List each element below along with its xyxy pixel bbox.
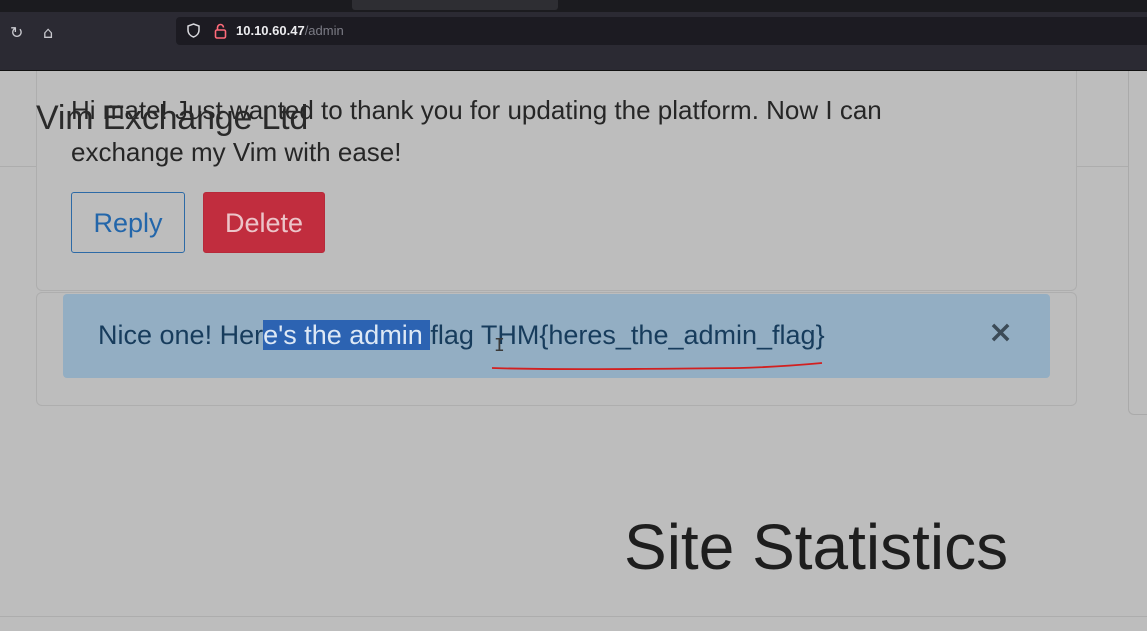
browser-tab-strip <box>0 0 1147 12</box>
red-underline-annotation <box>491 362 823 371</box>
text-cursor-icon: I <box>494 335 505 356</box>
text-selection: e's the admin <box>263 320 431 350</box>
alert-text-before: Nice one! Her <box>98 320 264 350</box>
alert-card: Nice one! Here's the admin flag THM{here… <box>36 292 1077 406</box>
lock-icon[interactable] <box>214 23 227 39</box>
home-icon[interactable]: ⌂ <box>43 24 53 42</box>
url-text[interactable]: 10.10.60.47/admin <box>236 23 344 38</box>
alert-text-after: flag THM{heres_the_admin_flag} <box>430 320 825 350</box>
side-card <box>1128 71 1147 415</box>
reload-icon[interactable]: ↻ <box>10 24 23 42</box>
close-icon[interactable]: × <box>988 316 1013 350</box>
url-host: 10.10.60.47 <box>236 23 305 38</box>
site-brand[interactable]: Vim Exchange Ltd <box>36 99 308 138</box>
page-content: Hi mate! Just wanted to thank you for up… <box>0 71 1147 631</box>
shield-icon[interactable] <box>187 23 200 38</box>
browser-toolbar: ↻ ⌂ 10.10.60.47/admin <box>0 12 1147 71</box>
delete-button[interactable]: Delete <box>203 192 325 253</box>
url-path: /admin <box>304 23 344 38</box>
reply-button[interactable]: Reply <box>71 192 185 253</box>
browser-tab[interactable] <box>352 0 558 10</box>
alert-text: Nice one! Here's the admin flag THM{here… <box>98 318 825 352</box>
site-statistics-title: Site Statistics <box>624 511 1009 583</box>
address-bar[interactable]: 10.10.60.47/admin <box>176 17 1147 45</box>
section-divider <box>0 616 1147 617</box>
